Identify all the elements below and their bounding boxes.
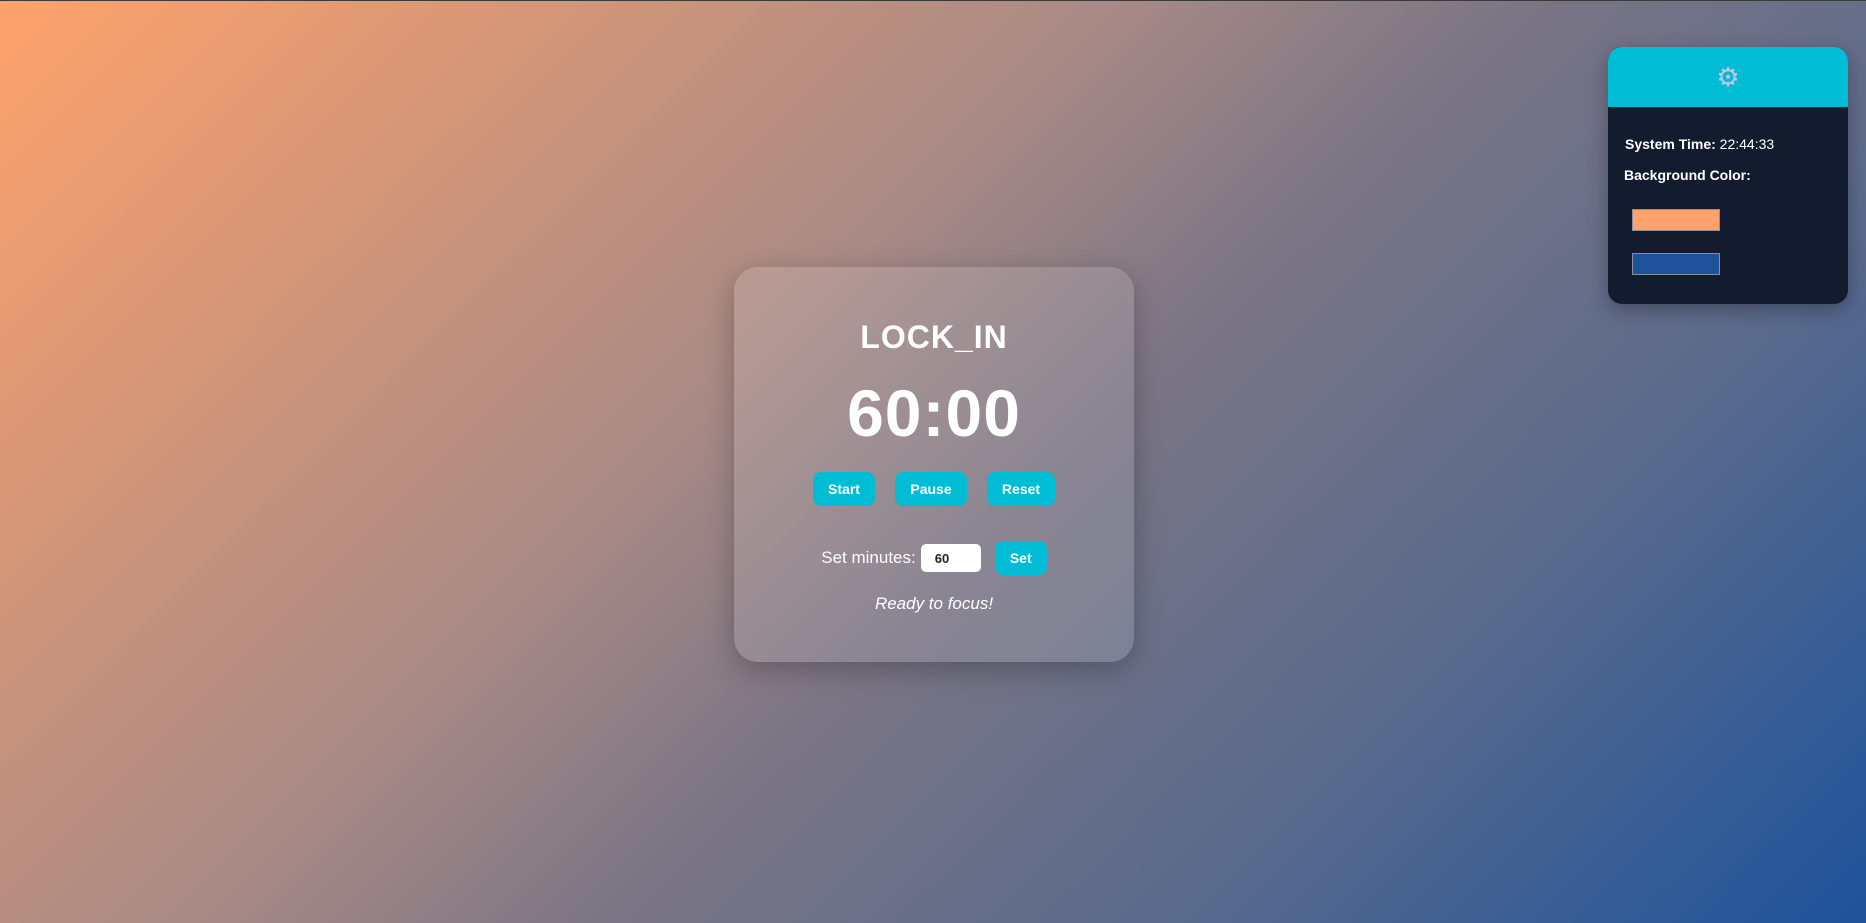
set-minutes-row: Set minutes: Set [734,541,1134,575]
system-time-value: 22:44:33 [1719,136,1775,152]
settings-panel: ⚙ System Time: 22:44:33 Background Color… [1608,47,1848,304]
set-button[interactable]: Set [994,541,1047,575]
status-text: Ready to focus! [874,594,994,613]
set-minutes-label: Set minutes: [821,548,916,567]
timer-controls: Start Pause Reset [734,472,1134,506]
start-button[interactable]: Start [813,472,875,506]
color-swatch-start[interactable] [1632,209,1720,231]
reset-button[interactable]: Reset [987,472,1055,506]
pause-button[interactable]: Pause [895,472,967,506]
app-title: LOCK_IN [860,319,1008,355]
timer-display: 60:00 [847,376,1021,450]
timer-card: LOCK_IN 60:00 Start Pause Reset Set minu… [734,267,1134,662]
system-time: System Time: 22:44:33 [1625,136,1774,152]
settings-header[interactable]: ⚙ [1608,47,1848,107]
system-time-label: System Time: [1625,136,1716,152]
minutes-input[interactable] [920,544,981,572]
color-swatch-end[interactable] [1632,253,1720,275]
background-color-label: Background Color: [1624,167,1751,183]
gear-icon[interactable]: ⚙ [1716,64,1739,90]
